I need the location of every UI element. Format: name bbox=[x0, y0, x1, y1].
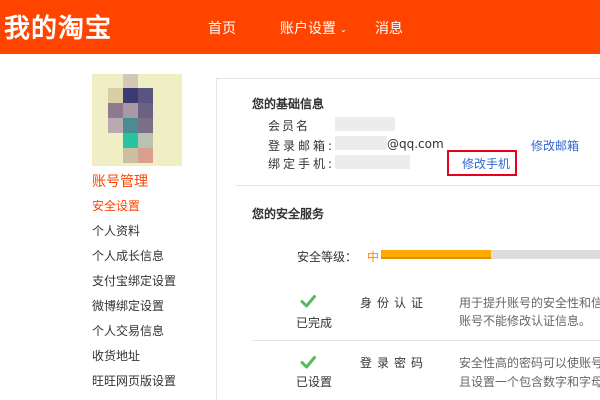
service-desc: 且设置一个包含数字和字母 bbox=[459, 375, 600, 389]
top-header: 我的淘宝 首页 账户设置 ⌄ 消息 bbox=[0, 0, 600, 54]
avatar-pixel bbox=[108, 88, 123, 103]
avatar-pixel bbox=[123, 103, 138, 118]
check-icon bbox=[300, 295, 316, 308]
sidebar-item-address[interactable]: 收货地址 bbox=[92, 347, 140, 364]
avatar-pixel bbox=[108, 118, 123, 133]
service-name: 身份认证 bbox=[360, 296, 429, 310]
avatar-pixel bbox=[123, 133, 138, 148]
nav-account-label: 账户设置 bbox=[280, 21, 336, 37]
service-status: 已完成 bbox=[296, 316, 333, 330]
nav-messages[interactable]: 消息 bbox=[375, 18, 403, 38]
service-desc: 安全性高的密码可以使账号 bbox=[459, 356, 600, 370]
row-divider bbox=[252, 340, 600, 341]
basic-info-title: 您的基础信息 bbox=[252, 97, 325, 111]
avatar-pixel bbox=[138, 103, 153, 118]
avatar-pixel bbox=[123, 118, 138, 133]
avatar-pixel bbox=[108, 103, 123, 118]
change-phone-highlight bbox=[447, 150, 517, 176]
avatar-pixel bbox=[123, 88, 138, 103]
change-email-link[interactable]: 修改邮箱 bbox=[531, 137, 579, 154]
service-status: 已设置 bbox=[296, 375, 333, 389]
security-level-bar bbox=[381, 250, 600, 259]
email-label: 登录邮箱: bbox=[268, 139, 336, 153]
security-level-label: 安全等级： bbox=[297, 250, 358, 264]
sidebar-item-wangwang[interactable]: 旺旺网页版设置 bbox=[92, 372, 176, 389]
check-icon bbox=[300, 356, 316, 369]
chevron-down-icon: ⌄ bbox=[340, 24, 347, 34]
sidebar-item-trade[interactable]: 个人交易信息 bbox=[92, 322, 164, 339]
sidebar-title: 账号管理 bbox=[92, 174, 148, 190]
nav-home[interactable]: 首页 bbox=[208, 18, 236, 38]
sidebar-item-weibo[interactable]: 微博绑定设置 bbox=[92, 297, 164, 314]
member-name-mask bbox=[335, 117, 395, 131]
section-divider bbox=[236, 185, 600, 186]
sidebar-item-security[interactable]: 安全设置 bbox=[92, 197, 140, 214]
phone-label: 绑定手机: bbox=[268, 157, 336, 171]
sidebar-item-growth[interactable]: 个人成长信息 bbox=[92, 247, 164, 264]
email-mask bbox=[335, 136, 387, 150]
sidebar-item-profile[interactable]: 个人资料 bbox=[92, 222, 140, 239]
security-level-fill bbox=[381, 250, 491, 259]
service-desc: 账号不能修改认证信息。 bbox=[459, 314, 592, 328]
email-suffix: @qq.com bbox=[387, 137, 444, 151]
avatar-pixel bbox=[123, 148, 138, 163]
avatar-pixel bbox=[138, 118, 153, 133]
security-level-value: 中 bbox=[367, 250, 380, 264]
logo[interactable]: 我的淘宝 bbox=[4, 8, 112, 45]
sidebar-item-alipay[interactable]: 支付宝绑定设置 bbox=[92, 272, 176, 289]
security-title: 您的安全服务 bbox=[252, 207, 325, 221]
avatar[interactable] bbox=[92, 74, 182, 166]
nav-account-settings[interactable]: 账户设置 ⌄ bbox=[280, 18, 347, 38]
member-name-label: 会员名 bbox=[268, 119, 311, 133]
avatar-pixel bbox=[138, 88, 153, 103]
avatar-pixel bbox=[138, 148, 153, 163]
service-desc: 用于提升账号的安全性和信 bbox=[459, 296, 600, 310]
avatar-pixel bbox=[123, 74, 138, 89]
service-name: 登录密码 bbox=[360, 356, 429, 370]
avatar-pixel bbox=[138, 133, 153, 148]
phone-mask bbox=[335, 155, 410, 169]
